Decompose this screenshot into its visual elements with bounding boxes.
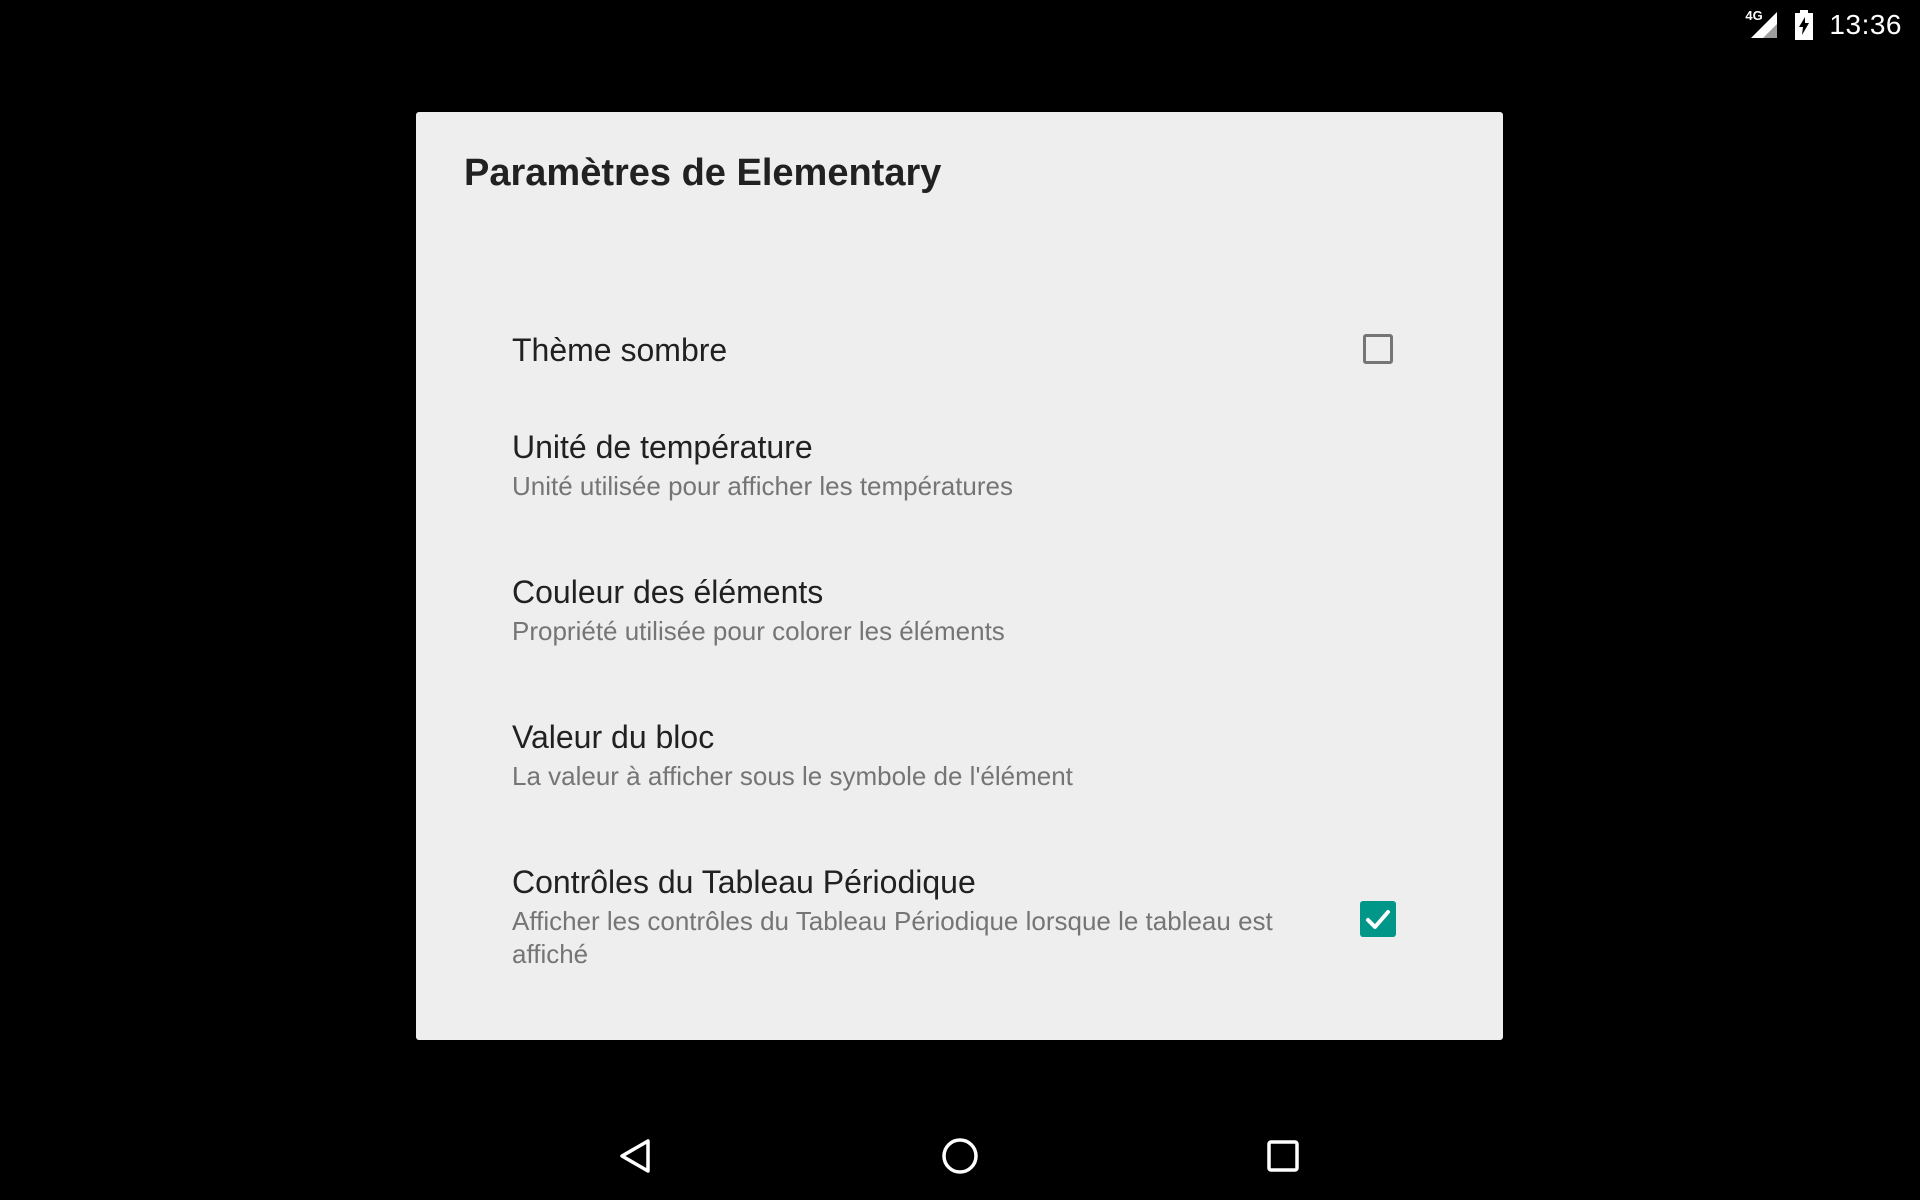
pref-periodic-table-controls-summary: Afficher les contrôles du Tableau Périod… xyxy=(512,906,1273,969)
navigation-bar xyxy=(0,1104,1920,1200)
preference-list: Thème sombre Unité de température Unité … xyxy=(416,322,1503,1021)
pref-block-value[interactable]: Valeur du bloc La valeur à afficher sous… xyxy=(416,696,1503,841)
battery-charging-icon xyxy=(1793,10,1815,40)
screen: 4G 13:36 Paramètres de Elementary Thème … xyxy=(0,0,1920,1200)
pref-temperature-unit-summary: Unité utilisée pour afficher les tempéra… xyxy=(512,471,1013,501)
pref-temperature-unit[interactable]: Unité de température Unité utilisée pour… xyxy=(416,406,1503,551)
status-bar: 4G 13:36 xyxy=(1745,0,1920,50)
settings-dialog: Paramètres de Elementary Thème sombre Un… xyxy=(416,112,1503,1040)
recents-square-icon xyxy=(1267,1140,1299,1172)
pref-element-color-title: Couleur des éléments xyxy=(512,574,824,610)
home-button[interactable] xyxy=(934,1130,986,1182)
pref-dark-theme-title: Thème sombre xyxy=(512,332,728,368)
dialog-title: Paramètres de Elementary xyxy=(464,152,942,194)
pref-periodic-table-controls[interactable]: Contrôles du Tableau Périodique Afficher… xyxy=(416,841,1503,1021)
pref-block-value-summary: La valeur à afficher sous le symbole de … xyxy=(512,761,1073,791)
pref-periodic-table-controls-title: Contrôles du Tableau Périodique xyxy=(512,864,976,900)
back-button[interactable] xyxy=(610,1130,662,1182)
cell-signal-icon: 4G xyxy=(1745,8,1779,40)
periodic-table-controls-checkbox[interactable] xyxy=(1360,901,1396,937)
pref-block-value-title: Valeur du bloc xyxy=(512,719,715,755)
pref-dark-theme[interactable]: Thème sombre xyxy=(416,294,1503,406)
home-circle-icon xyxy=(942,1138,978,1174)
pref-element-color[interactable]: Couleur des éléments Propriété utilisée … xyxy=(416,551,1503,696)
status-clock: 13:36 xyxy=(1829,9,1902,40)
recents-button[interactable] xyxy=(1257,1130,1309,1182)
pref-element-color-summary: Propriété utilisée pour colorer les élém… xyxy=(512,616,1005,646)
back-triangle-icon xyxy=(620,1139,650,1173)
checkmark-icon xyxy=(1366,910,1390,929)
network-type-label: 4G xyxy=(1745,8,1763,23)
pref-temperature-unit-title: Unité de température xyxy=(512,429,813,465)
dark-theme-checkbox[interactable] xyxy=(1363,334,1393,364)
